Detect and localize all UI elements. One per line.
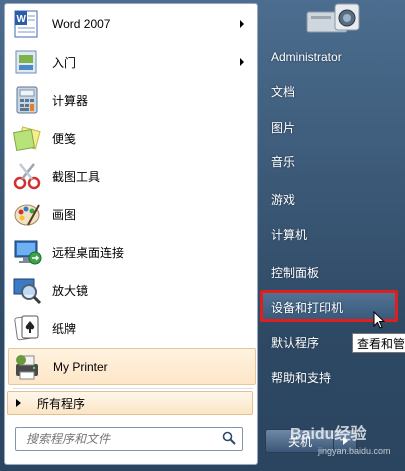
search-box[interactable] xyxy=(15,427,243,451)
search-input[interactable] xyxy=(24,431,218,447)
mouse-cursor-icon xyxy=(373,311,385,329)
paint-icon xyxy=(14,204,40,226)
sticky-notes-icon xyxy=(12,126,41,152)
right-item-computer[interactable]: 计算机 xyxy=(265,221,395,247)
submenu-arrow-icon[interactable] xyxy=(240,20,244,28)
right-item-label: 帮助和支持 xyxy=(271,370,332,385)
right-item-pictures[interactable]: 图片 xyxy=(265,114,395,140)
snipping-tool-icon xyxy=(13,163,41,190)
magnifier-icon xyxy=(13,278,42,305)
printer-icon xyxy=(16,354,38,379)
program-label: 远程桌面连接 xyxy=(52,245,125,260)
right-item-control-panel[interactable]: 控制面板 xyxy=(265,259,395,285)
program-label: 入门 xyxy=(52,55,77,70)
program-label: 计算器 xyxy=(52,93,89,108)
program-snipping-tool[interactable]: 截图工具 xyxy=(8,158,254,194)
pinned-my-printer[interactable]: My Printer xyxy=(8,348,256,385)
right-item-label: 音乐 xyxy=(271,154,296,169)
remote-desktop-icon xyxy=(14,240,42,265)
program-label: 放大镜 xyxy=(52,283,89,298)
program-label: Word 2007 xyxy=(52,17,111,31)
program-solitaire[interactable]: 纸牌 xyxy=(8,310,254,346)
word-icon: W xyxy=(14,10,38,38)
expand-arrow-icon xyxy=(16,399,21,407)
submenu-arrow-icon[interactable] xyxy=(240,58,244,66)
program-label: 便笺 xyxy=(52,131,77,146)
all-programs-button[interactable]: 所有程序 xyxy=(7,391,253,415)
program-calculator[interactable]: 计算器 xyxy=(8,82,254,118)
right-item-label: 图片 xyxy=(271,120,296,135)
right-item-label: 默认程序 xyxy=(271,335,320,350)
svg-text:W: W xyxy=(17,14,27,25)
right-item-label: 设备和打印机 xyxy=(271,300,344,315)
program-magnifier[interactable]: 放大镜 xyxy=(8,272,254,308)
right-item-label: Administrator xyxy=(271,50,342,64)
program-sticky-notes[interactable]: 便笺 xyxy=(8,120,254,156)
right-item-help-and-support[interactable]: 帮助和支持 xyxy=(265,364,395,390)
program-word-2007[interactable]: W Word 2007 xyxy=(8,6,254,42)
right-item-label: 控制面板 xyxy=(271,265,320,280)
start-menu: W Word 2007 入门 计算器 便笺 截图工具 画图 远程桌面连接 放大镜… xyxy=(0,0,405,471)
all-programs-label: 所有程序 xyxy=(37,396,86,411)
right-item-label: 计算机 xyxy=(271,227,308,242)
watermark-url: jingyan.baidu.com xyxy=(318,446,391,456)
program-label: 纸牌 xyxy=(52,321,77,336)
watermark: Baidu经验 xyxy=(290,426,367,443)
calculator-icon xyxy=(16,86,38,114)
divider xyxy=(13,388,253,389)
right-item-games[interactable]: 游戏 xyxy=(265,186,395,212)
program-paint[interactable]: 画图 xyxy=(8,196,254,232)
tooltip: 查看和管 xyxy=(352,333,405,353)
solitaire-icon xyxy=(14,315,39,341)
right-item-label: 游戏 xyxy=(271,192,296,207)
getting-started-icon xyxy=(15,50,37,74)
right-item-documents[interactable]: 文档 xyxy=(265,78,395,104)
program-label: 画图 xyxy=(52,207,77,222)
pinned-label: My Printer xyxy=(53,359,108,374)
right-item-music[interactable]: 音乐 xyxy=(265,148,395,174)
program-label: 截图工具 xyxy=(52,169,101,184)
program-getting-started[interactable]: 入门 xyxy=(8,44,254,80)
camera-user-picture-icon[interactable] xyxy=(305,0,363,34)
program-remote-desktop[interactable]: 远程桌面连接 xyxy=(8,234,254,270)
right-item-label: 文档 xyxy=(271,84,296,99)
search-icon[interactable] xyxy=(222,431,236,445)
right-item-administrator[interactable]: Administrator xyxy=(265,44,395,70)
